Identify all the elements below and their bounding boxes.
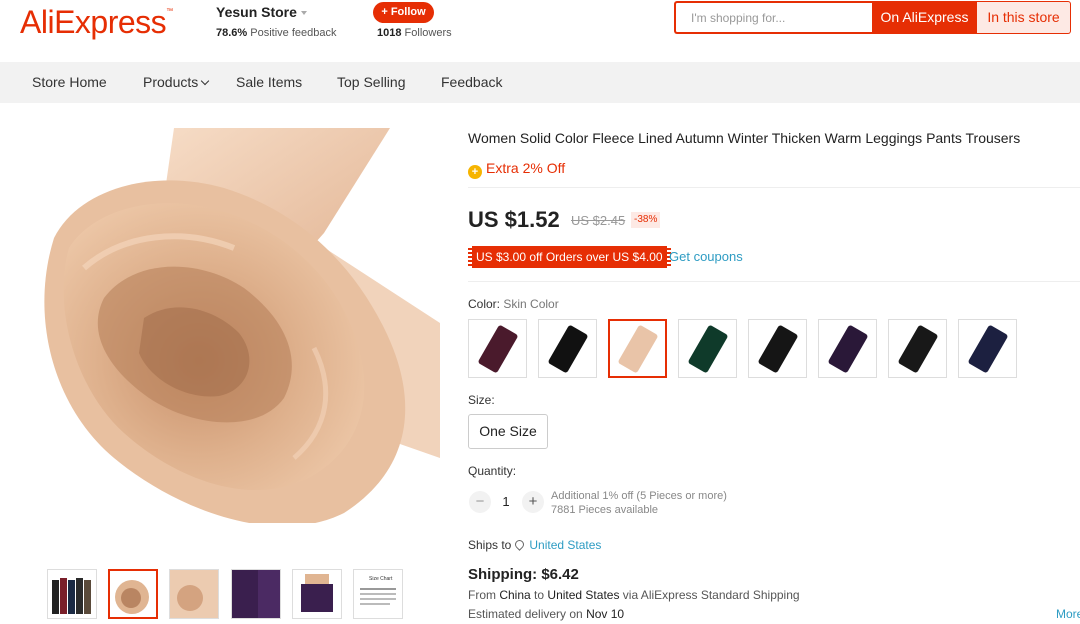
bulk-discount-note: Additional 1% off (5 Pieces or more) [551, 490, 727, 502]
search-on-aliexpress-button[interactable]: On AliExpress [872, 1, 977, 34]
positive-feedback-label: Positive feedback [250, 27, 337, 39]
get-coupons-link[interactable]: Get coupons [669, 249, 743, 264]
extra-off-text: Extra 2% Off [486, 160, 566, 176]
follow-button[interactable]: + Follow [373, 2, 434, 23]
thumbnail-5[interactable] [292, 569, 342, 619]
swatch-image [896, 323, 939, 374]
store-followers: 1018 Followers [377, 27, 452, 39]
thumbnail-image: Size Chart [360, 576, 396, 605]
search-in-store-button[interactable]: In this store [977, 1, 1071, 34]
discount-badge: -38% [631, 212, 661, 228]
store-header: AliExpress™ Yesun Store 78.6% Positive f… [0, 0, 1080, 62]
swatch-image [546, 323, 589, 374]
quantity-decrease-button[interactable]: − [469, 491, 491, 513]
thumbnail-image [170, 570, 218, 618]
thumbnail-1[interactable] [47, 569, 97, 619]
search-box [674, 1, 872, 34]
aliexpress-logo[interactable]: AliExpress™ [20, 4, 173, 41]
thumbnail-4[interactable] [231, 569, 281, 619]
nav-feedback[interactable]: Feedback [441, 62, 502, 103]
extra-off-promo: + Extra 2% Off [468, 160, 565, 179]
quantity-increase-button[interactable]: + [522, 491, 544, 513]
thumbnail-2[interactable] [108, 569, 158, 619]
divider [468, 187, 1080, 188]
size-option-one-size[interactable]: One Size [468, 414, 548, 449]
thumbnail-image [52, 578, 91, 614]
color-swatch-2[interactable] [538, 319, 597, 378]
followers-count: 1018 [377, 27, 402, 39]
thumbnail-3[interactable] [169, 569, 219, 619]
shipping-method: via AliExpress Standard Shipping [622, 588, 800, 602]
store-name[interactable]: Yesun Store [216, 4, 307, 20]
caret-down-icon[interactable] [300, 11, 307, 16]
positive-feedback-percent: 78.6% [216, 27, 248, 39]
delivery-prefix: Estimated delivery on [468, 607, 583, 621]
store-nav: Store Home Products Sale Items Top Selli… [0, 62, 1080, 103]
ship-from-prefix: From [468, 588, 496, 602]
size-chart-title: Size Chart [369, 576, 393, 582]
thumbnail-6-size-chart[interactable]: Size Chart [353, 569, 403, 619]
ships-to-country-link[interactable]: United States [529, 538, 601, 552]
more-shipping-options-link[interactable]: More [1056, 607, 1080, 621]
color-swatch-3-skin[interactable] [608, 319, 667, 378]
product-title: Women Solid Color Fleece Lined Autumn Wi… [468, 130, 1021, 146]
color-swatch-5[interactable] [748, 319, 807, 378]
quantity-value[interactable]: 1 [498, 494, 514, 509]
quantity-notes: Additional 1% off (5 Pieces or more) 788… [551, 489, 727, 517]
nav-top-selling[interactable]: Top Selling [337, 62, 406, 103]
chevron-down-icon[interactable] [201, 76, 210, 86]
store-positive-feedback: 78.6% Positive feedback [216, 27, 336, 39]
quantity-label: Quantity: [468, 464, 517, 478]
main-product-image[interactable] [24, 128, 440, 523]
ship-to-word: to [534, 588, 545, 602]
fleece-legging-image [44, 128, 440, 523]
swatch-image [616, 323, 659, 374]
thumbnail-image [115, 580, 149, 614]
selected-color-name: Skin Color [503, 297, 559, 311]
search-input[interactable] [676, 3, 872, 32]
delivery-date: Nov 10 [586, 607, 625, 621]
coupon-tag[interactable]: US $3.00 off Orders over US $4.00 [468, 246, 671, 268]
shipping-cost: Shipping: $6.42 [468, 566, 579, 583]
estimated-delivery: Estimated delivery on Nov 10 [468, 607, 624, 621]
swatch-image [686, 323, 729, 374]
nav-sale-items[interactable]: Sale Items [236, 62, 302, 103]
logo-trademark: ™ [166, 8, 173, 15]
thumbnail-image [301, 574, 333, 612]
logo-text[interactable]: AliExpress [20, 4, 167, 40]
color-swatch-1[interactable] [468, 319, 527, 378]
ship-to-country: United States [547, 588, 620, 602]
color-swatch-6[interactable] [818, 319, 877, 378]
thumbnail-image [232, 570, 280, 618]
color-swatch-7[interactable] [888, 319, 947, 378]
product-price: US $1.52 [468, 207, 560, 232]
color-swatch-8[interactable] [958, 319, 1017, 378]
store-name-text[interactable]: Yesun Store [216, 4, 297, 20]
nav-products-label[interactable]: Products [143, 74, 198, 90]
color-label-text: Color: [468, 297, 501, 311]
original-price: US $2.45 [571, 213, 626, 228]
pieces-available: 7881 Pieces available [551, 504, 659, 516]
shipping-route: From China to United States via AliExpre… [468, 588, 800, 602]
size-label: Size: [468, 393, 495, 407]
ships-to: Ships to United States [468, 538, 601, 552]
swatch-image [826, 323, 869, 374]
nav-products[interactable]: Products [143, 62, 210, 103]
ships-to-label: Ships to [468, 538, 512, 552]
color-swatch-4[interactable] [678, 319, 737, 378]
color-label: Color: Skin Color [468, 297, 559, 311]
swatch-image [966, 323, 1009, 374]
followers-label: Followers [404, 27, 452, 39]
divider [468, 281, 1080, 282]
location-pin-icon [513, 538, 527, 551]
plus-coin-icon: + [468, 165, 482, 179]
nav-store-home[interactable]: Store Home [32, 62, 107, 103]
swatch-image [756, 323, 799, 374]
swatch-image [476, 323, 519, 374]
ship-from-country: China [499, 588, 531, 602]
